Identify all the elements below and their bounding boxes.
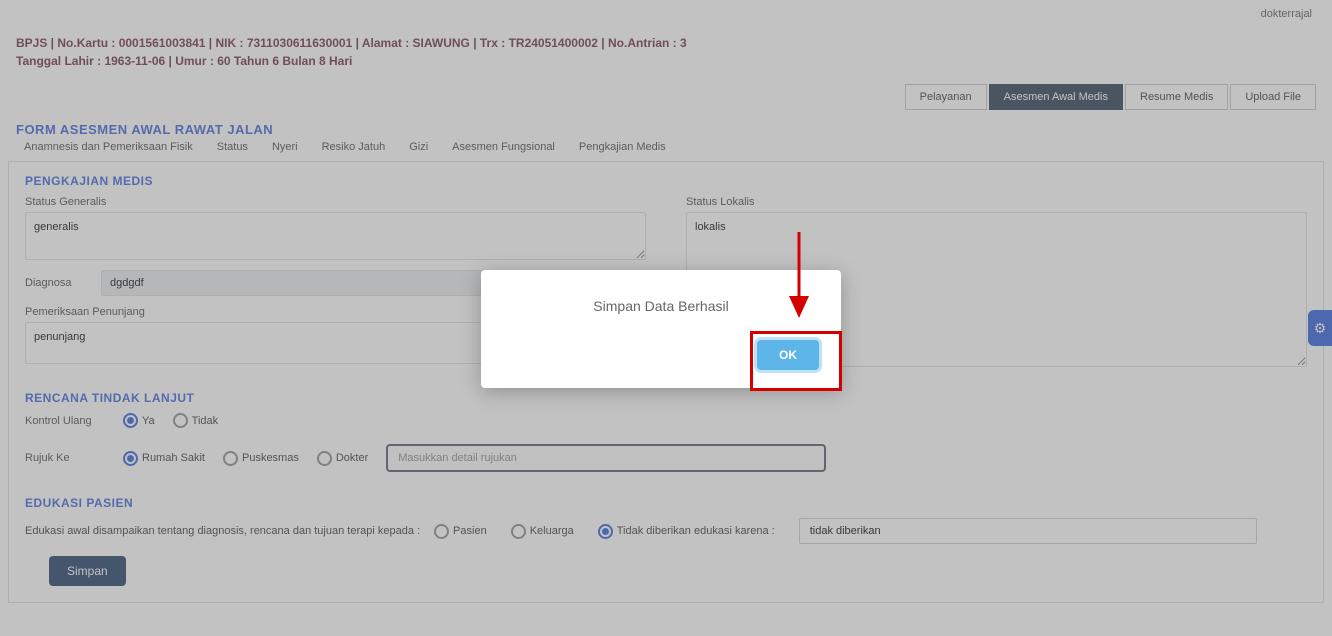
- modal-message: Simpan Data Berhasil: [503, 298, 819, 314]
- success-modal: Simpan Data Berhasil OK: [481, 270, 841, 388]
- modal-ok-button[interactable]: OK: [757, 340, 819, 370]
